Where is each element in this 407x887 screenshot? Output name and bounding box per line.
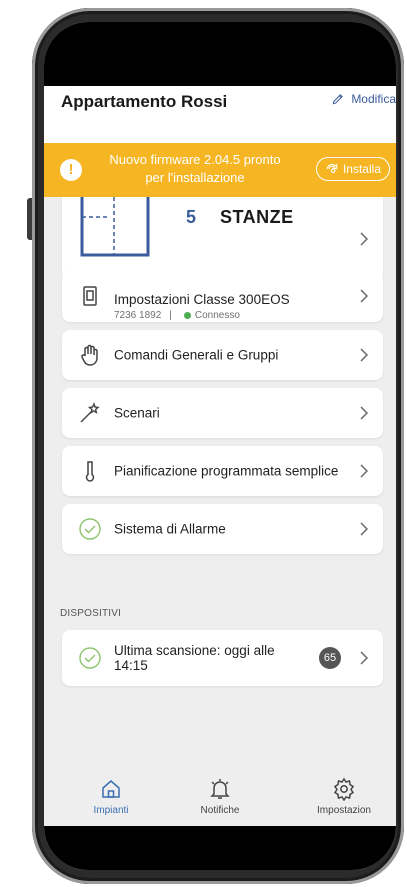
magic-wand-icon [80, 402, 100, 423]
last-scan-label: Ultima scansione: oggi alle 14:15 [114, 643, 275, 673]
schedule-card[interactable]: Pianificazione programmata semplice [62, 446, 383, 496]
devices-section-title: DISPOSITIVI [60, 608, 122, 619]
settings-card[interactable]: Impostazioni Classe 300EOS 7236 1892 | C… [62, 270, 383, 322]
scan-card[interactable]: Ultima scansione: oggi alle 14:15 65 [62, 630, 383, 686]
bottom-tab-bar: Impianti Notifiche Impostazion [44, 777, 396, 827]
settings-title: Impostazioni Classe 300EOS [114, 292, 290, 307]
alarm-label: Sistema di Allarme [114, 521, 226, 537]
tab-label: Notifiche [200, 805, 240, 816]
keypad-icon [83, 286, 97, 306]
device-id: 7236 1892 [114, 310, 162, 321]
page-title: Appartamento Rossi [61, 92, 228, 111]
install-label: Installa [342, 162, 381, 176]
firmware-message: Nuovo firmware 2.04.5 pronto per l'insta… [109, 152, 281, 185]
commands-label: Comandi Generali e Gruppi [114, 347, 279, 363]
rooms-label: STANZE [220, 207, 294, 227]
bell-icon [210, 779, 230, 799]
scenarios-card[interactable]: Scenari [62, 388, 383, 438]
device-count-badge: 65 [319, 647, 341, 669]
check-circle-icon [79, 647, 101, 669]
thermometer-icon [85, 461, 95, 482]
chevron-right-icon [360, 651, 369, 665]
firmware-banner: ! Nuovo firmware 2.04.5 pronto per l'ins… [44, 143, 396, 197]
floorplan-icon [80, 197, 150, 257]
home-icon [102, 780, 120, 798]
chevron-right-icon [360, 289, 369, 303]
alarm-card[interactable]: Sistema di Allarme [62, 504, 383, 554]
commands-card[interactable]: Comandi Generali e Gruppi [62, 330, 383, 380]
separator: | [169, 310, 172, 321]
pencil-icon [332, 94, 344, 105]
rooms-card[interactable]: 5 STANZE [62, 197, 383, 280]
hand-icon [81, 344, 98, 366]
bottom-bezel-area [44, 826, 396, 870]
tab-notifiche[interactable]: Notifiche [175, 777, 265, 816]
install-button[interactable]: Installa [315, 157, 390, 181]
tab-label: Impianti [93, 805, 129, 816]
tab-impostazioni[interactable]: Impostazion [299, 777, 389, 816]
settings-subtitle: 7236 1892 | Connesso [114, 310, 240, 321]
edit-label: Modifica [351, 92, 396, 106]
chevron-right-icon [360, 464, 369, 478]
edit-button[interactable]: Modifica [331, 92, 396, 106]
tab-impianti[interactable]: Impianti [66, 777, 156, 816]
check-circle-icon [79, 518, 101, 540]
chevron-right-icon [360, 231, 369, 246]
status-bar-area [44, 22, 396, 86]
chevron-right-icon [360, 348, 369, 362]
update-icon [326, 163, 338, 174]
schedule-label: Pianificazione programmata semplice [114, 463, 339, 479]
status-dot [183, 312, 191, 319]
scenarios-label: Scenari [114, 405, 160, 421]
app-screen: Appartamento Rossi Modifica ! Nuovo firm… [44, 22, 396, 870]
tab-label: Impostazion [317, 805, 371, 816]
connection-status: Connesso [194, 310, 240, 321]
chevron-right-icon [360, 406, 369, 420]
rooms-count: 5 [186, 207, 197, 227]
chevron-right-icon [360, 522, 369, 536]
gear-icon [333, 777, 355, 801]
warning-icon: ! [60, 159, 82, 181]
